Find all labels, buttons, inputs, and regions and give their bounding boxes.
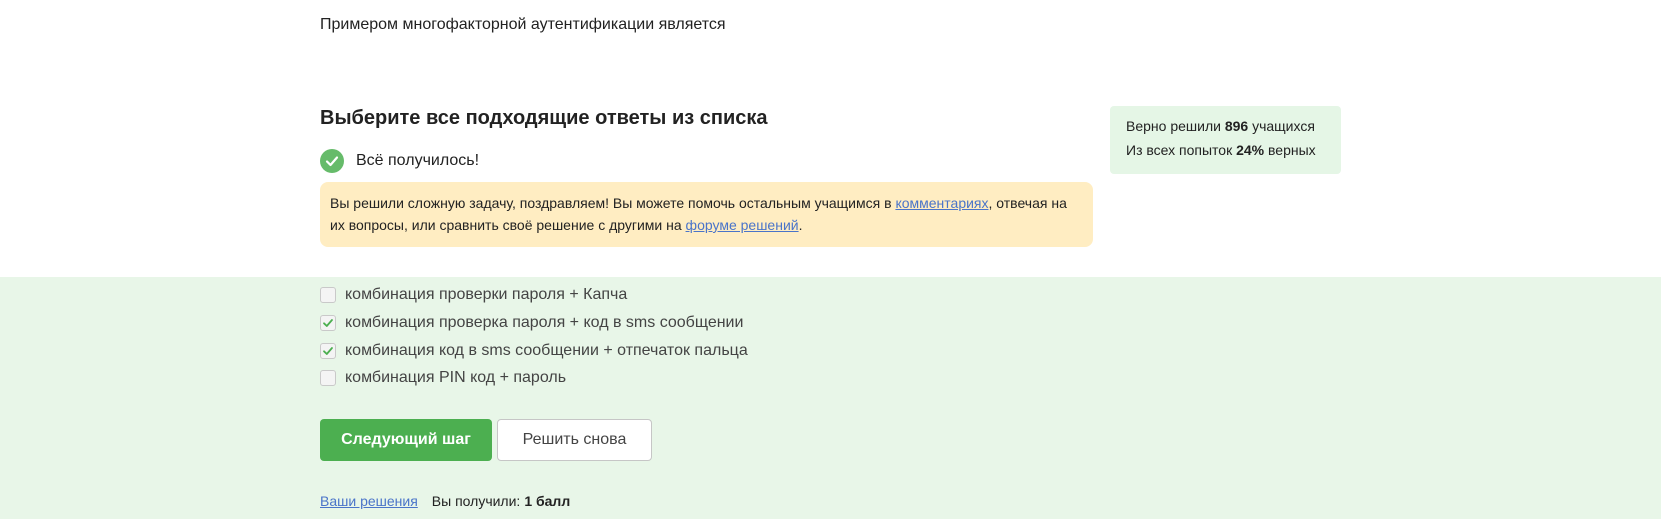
question-text: Примером многофакторной аутентификации я… <box>320 16 726 33</box>
stats-panel: Верно решили 896 учащихся Из всех попыто… <box>1110 106 1341 174</box>
your-solutions-link[interactable]: Ваши решения <box>320 493 418 509</box>
checkbox-unchecked-icon[interactable] <box>320 370 336 386</box>
answer-option-label: комбинация проверки пароля + Капча <box>345 286 628 303</box>
comments-link[interactable]: комментариях <box>895 195 988 211</box>
footer-bar: Ваши решения Вы получили: 1 балл <box>320 493 570 509</box>
answer-option[interactable]: комбинация код в sms сообщении + отпечат… <box>320 342 748 360</box>
hint-text-3: . <box>798 217 803 233</box>
stats-percent-line: Из всех попыток 24% верных <box>1126 142 1316 158</box>
correct-percent: 24% <box>1236 142 1265 158</box>
answer-option-label: комбинация проверка пароля + код в sms с… <box>345 314 744 331</box>
score-prefix: Вы получили: <box>431 493 521 509</box>
next-step-button[interactable]: Следующий шаг <box>320 419 492 461</box>
answer-option[interactable]: комбинация PIN код + пароль <box>320 369 566 387</box>
answer-option-label: комбинация PIN код + пароль <box>345 369 567 386</box>
checkbox-unchecked-icon[interactable] <box>320 287 336 303</box>
stats-solved-line: Верно решили 896 учащихся <box>1126 118 1315 134</box>
solved-count: 896 <box>1224 118 1249 134</box>
instruction-heading: Выберите все подходящие ответы из списка <box>320 107 768 129</box>
checkbox-checked-icon[interactable] <box>320 315 336 331</box>
hint-text-1: Вы решили сложную задачу, поздравляем! В… <box>330 195 896 211</box>
score-value: 1 балл <box>524 493 571 509</box>
answers-panel <box>0 277 1661 519</box>
success-check-icon <box>320 149 344 173</box>
answer-option-label: комбинация код в sms сообщении + отпечат… <box>345 342 748 359</box>
result-status: Всё получилось! <box>320 149 479 173</box>
answer-option[interactable]: комбинация проверки пароля + Капча <box>320 286 627 304</box>
congrats-hint: Вы решили сложную задачу, поздравляем! В… <box>320 182 1093 247</box>
retry-button[interactable]: Решить снова <box>497 419 652 461</box>
answer-option[interactable]: комбинация проверка пароля + код в sms с… <box>320 314 743 332</box>
result-text: Всё получилось! <box>356 152 480 169</box>
solutions-forum-link[interactable]: форуме решений <box>686 217 799 233</box>
checkbox-checked-icon[interactable] <box>320 343 336 359</box>
